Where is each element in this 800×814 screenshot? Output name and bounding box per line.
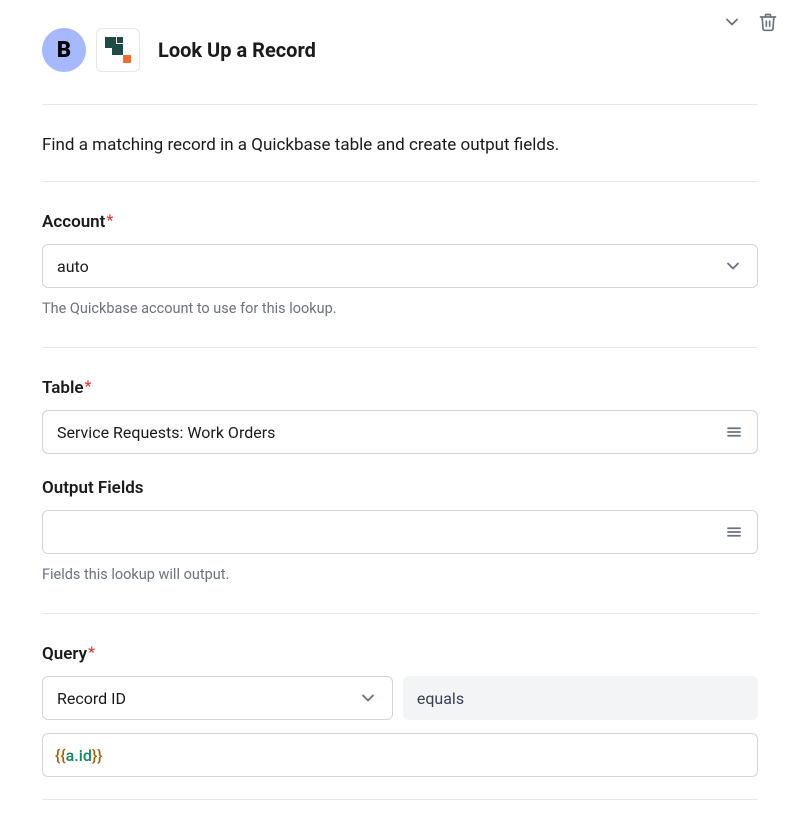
query-field-value: Record ID: [57, 689, 126, 708]
token-body: a.id: [66, 746, 92, 765]
chevron-down-icon: [723, 256, 743, 276]
account-select[interactable]: auto: [42, 244, 758, 288]
top-actions: [722, 12, 778, 36]
chevron-down-icon[interactable]: [722, 12, 742, 36]
table-field-block: Table * Service Requests: Work Orders: [42, 348, 758, 454]
table-value: Service Requests: Work Orders: [57, 423, 275, 442]
account-field-block: Account * auto The Quickbase account to …: [42, 182, 758, 348]
step-title: Look Up a Record: [158, 38, 316, 62]
step-letter: B: [57, 38, 71, 63]
chevron-down-icon: [358, 688, 378, 708]
query-field-block: Query * Record ID equals {{a.id}}: [42, 614, 758, 800]
step-letter-badge: B: [42, 28, 86, 72]
trash-icon[interactable]: [758, 12, 778, 36]
output-fields-helper: Fields this lookup will output.: [42, 566, 758, 583]
account-helper: The Quickbase account to use for this lo…: [42, 300, 758, 317]
output-fields-select[interactable]: [42, 510, 758, 554]
quickbase-app-icon: [96, 28, 140, 72]
token-open-brace: {{: [55, 746, 66, 765]
step-header: B Look Up a Record: [42, 28, 758, 105]
table-label: Table *: [42, 378, 758, 398]
query-operator: equals: [403, 676, 758, 720]
step-description: Find a matching record in a Quickbase ta…: [42, 105, 758, 182]
output-fields-label: Output Fields: [42, 478, 758, 498]
output-fields-block: Output Fields Fields this lookup will ou…: [42, 454, 758, 614]
account-value: auto: [57, 257, 89, 276]
required-mark: *: [106, 211, 113, 229]
token-close-brace: }}: [92, 746, 103, 765]
step-config-panel: B Look Up a Record Find a matching recor…: [8, 0, 792, 800]
query-value-input[interactable]: {{a.id}}: [42, 733, 758, 777]
table-select[interactable]: Service Requests: Work Orders: [42, 410, 758, 454]
required-mark: *: [85, 377, 92, 395]
required-mark: *: [88, 643, 95, 661]
account-label: Account *: [42, 212, 758, 232]
menu-icon: [725, 423, 743, 441]
menu-icon: [725, 523, 743, 541]
query-label: Query *: [42, 644, 758, 664]
query-field-select[interactable]: Record ID: [42, 676, 393, 720]
